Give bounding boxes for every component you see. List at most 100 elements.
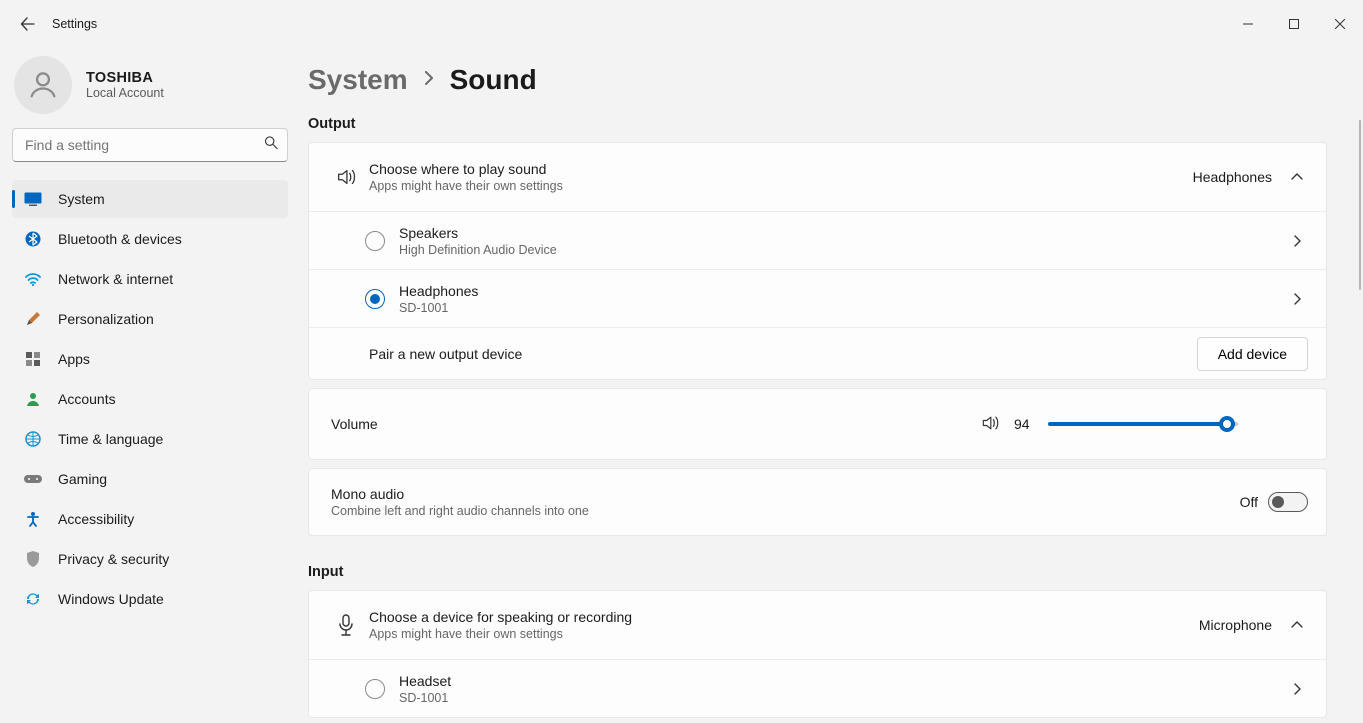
input-choose-card: Choose a device for speaking or recordin… xyxy=(308,590,1327,718)
maximize-icon xyxy=(1289,19,1299,29)
shield-icon xyxy=(24,550,42,568)
chevron-up-icon xyxy=(1286,166,1308,188)
sidebar-item-network[interactable]: Network & internet xyxy=(12,260,288,298)
brush-icon xyxy=(24,310,42,328)
device-name: Headset xyxy=(399,673,1282,689)
microphone-icon xyxy=(327,614,365,636)
search-input[interactable] xyxy=(12,128,288,162)
close-button[interactable] xyxy=(1317,8,1363,40)
globe-clock-icon xyxy=(24,430,42,448)
sidebar-item-bluetooth[interactable]: Bluetooth & devices xyxy=(12,220,288,258)
search-icon xyxy=(264,136,278,155)
search-wrap xyxy=(12,128,288,162)
sidebar-item-label: Accounts xyxy=(58,391,116,407)
sidebar-item-label: Windows Update xyxy=(58,591,164,607)
mono-card: Mono audio Combine left and right audio … xyxy=(308,468,1327,536)
mono-toggle-state: Off xyxy=(1240,494,1258,510)
nav-list: System Bluetooth & devices Network & int… xyxy=(12,180,288,618)
sidebar-item-system[interactable]: System xyxy=(12,180,288,218)
breadcrumb-current: Sound xyxy=(450,64,537,96)
chevron-right-icon xyxy=(1286,230,1308,252)
sidebar-item-time[interactable]: Time & language xyxy=(12,420,288,458)
output-device-headphones[interactable]: Headphones SD-1001 xyxy=(309,269,1326,327)
sidebar-item-update[interactable]: Windows Update xyxy=(12,580,288,618)
sidebar-item-accessibility[interactable]: Accessibility xyxy=(12,500,288,538)
mono-row: Mono audio Combine left and right audio … xyxy=(309,469,1326,535)
bluetooth-icon xyxy=(24,230,42,248)
device-detail: SD-1001 xyxy=(399,691,1282,705)
content: System Sound Output Choose where to play… xyxy=(300,48,1363,723)
input-choose-subtitle: Apps might have their own settings xyxy=(369,627,1195,641)
avatar xyxy=(14,56,72,114)
output-choose-value: Headphones xyxy=(1193,169,1272,185)
mono-title: Mono audio xyxy=(331,486,1236,502)
person-icon xyxy=(24,390,42,408)
radio-unchecked-icon xyxy=(365,231,385,251)
window-title: Settings xyxy=(52,17,97,31)
sidebar-item-label: Gaming xyxy=(58,471,107,487)
section-output-heading: Output xyxy=(308,116,1327,132)
breadcrumb: System Sound xyxy=(308,64,1327,96)
section-input-heading: Input xyxy=(308,564,1327,580)
radio-unchecked-icon xyxy=(365,679,385,699)
pair-output-label: Pair a new output device xyxy=(369,346,1193,362)
sidebar-item-label: Accessibility xyxy=(58,511,134,527)
mono-subtitle: Combine left and right audio channels in… xyxy=(331,504,1236,518)
minimize-button[interactable] xyxy=(1225,8,1271,40)
sidebar-item-privacy[interactable]: Privacy & security xyxy=(12,540,288,578)
accessibility-icon xyxy=(24,510,42,528)
speaker-icon xyxy=(327,166,365,188)
user-subtitle: Local Account xyxy=(86,86,164,100)
close-icon xyxy=(1335,19,1345,29)
sidebar-item-label: Bluetooth & devices xyxy=(58,231,182,247)
sidebar-item-label: Apps xyxy=(58,351,90,367)
volume-row: Volume 94 xyxy=(309,389,1326,459)
sidebar-item-gaming[interactable]: Gaming xyxy=(12,460,288,498)
volume-slider[interactable] xyxy=(1048,422,1308,426)
chevron-right-icon xyxy=(1286,678,1308,700)
chevron-right-icon xyxy=(1286,288,1308,310)
minimize-icon xyxy=(1243,19,1253,29)
back-arrow-icon xyxy=(20,16,36,32)
output-choose-title: Choose where to play sound xyxy=(369,161,1189,177)
sidebar-item-label: Network & internet xyxy=(58,271,173,287)
volume-card: Volume 94 xyxy=(308,388,1327,460)
titlebar: Settings xyxy=(0,0,1363,48)
sidebar-item-apps[interactable]: Apps xyxy=(12,340,288,378)
sidebar-item-label: Privacy & security xyxy=(58,551,169,567)
user-icon xyxy=(26,68,60,102)
sidebar: TOSHIBA Local Account System Bluetooth &… xyxy=(0,48,300,723)
sidebar-item-label: Time & language xyxy=(58,431,163,447)
mono-toggle[interactable] xyxy=(1268,492,1308,512)
pair-output-row: Pair a new output device Add device xyxy=(309,327,1326,379)
input-choose-title: Choose a device for speaking or recordin… xyxy=(369,609,1195,625)
back-button[interactable] xyxy=(12,8,44,40)
breadcrumb-parent[interactable]: System xyxy=(308,64,408,96)
device-detail: SD-1001 xyxy=(399,301,1282,315)
output-choose-row[interactable]: Choose where to play sound Apps might ha… xyxy=(309,143,1326,211)
sidebar-item-accounts[interactable]: Accounts xyxy=(12,380,288,418)
output-choose-card: Choose where to play sound Apps might ha… xyxy=(308,142,1327,380)
chevron-right-icon xyxy=(422,71,436,90)
input-choose-value: Microphone xyxy=(1199,617,1272,633)
maximize-button[interactable] xyxy=(1271,8,1317,40)
user-block[interactable]: TOSHIBA Local Account xyxy=(14,56,288,114)
system-icon xyxy=(24,190,42,208)
gamepad-icon xyxy=(24,470,42,488)
wifi-icon xyxy=(24,270,42,288)
volume-label: Volume xyxy=(331,416,976,432)
output-device-speakers[interactable]: Speakers High Definition Audio Device xyxy=(309,211,1326,269)
volume-icon[interactable] xyxy=(980,413,1000,436)
input-choose-row[interactable]: Choose a device for speaking or recordin… xyxy=(309,591,1326,659)
chevron-up-icon xyxy=(1286,614,1308,636)
input-device-headset[interactable]: Headset SD-1001 xyxy=(309,659,1326,717)
output-choose-subtitle: Apps might have their own settings xyxy=(369,179,1189,193)
device-detail: High Definition Audio Device xyxy=(399,243,1282,257)
add-device-button[interactable]: Add device xyxy=(1197,337,1308,371)
sidebar-item-personalization[interactable]: Personalization xyxy=(12,300,288,338)
scrollbar[interactable] xyxy=(1359,120,1361,290)
device-name: Speakers xyxy=(399,225,1282,241)
device-name: Headphones xyxy=(399,283,1282,299)
user-name: TOSHIBA xyxy=(86,70,164,86)
apps-icon xyxy=(24,350,42,368)
